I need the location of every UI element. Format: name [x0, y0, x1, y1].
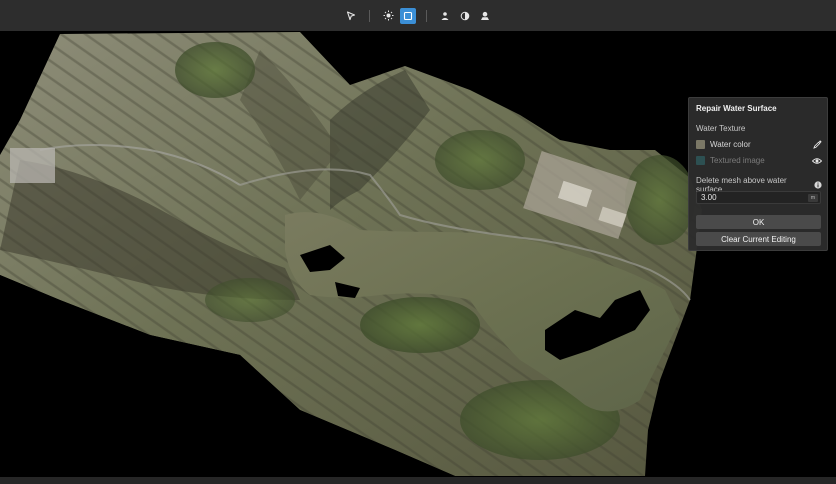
textured-image-label: Textured image	[710, 156, 765, 165]
app-window: Repair Water Surface Water Texture Water…	[0, 0, 836, 484]
water-height-input[interactable]: 3.00 m	[696, 191, 821, 204]
cursor-arrow-icon[interactable]	[343, 8, 359, 24]
eye-icon[interactable]	[812, 156, 822, 166]
textured-image-swatch[interactable]	[696, 156, 705, 165]
person-mesh-icon[interactable]	[437, 8, 453, 24]
ok-button[interactable]: OK	[696, 215, 821, 229]
water-texture-section-label: Water Texture	[696, 124, 746, 133]
textured-image-option[interactable]: Textured image	[696, 155, 822, 166]
panel-title: Repair Water Surface	[696, 104, 777, 113]
sun-light-icon[interactable]	[380, 8, 396, 24]
water-color-label: Water color	[710, 140, 751, 149]
repair-water-surface-panel: Repair Water Surface Water Texture Water…	[688, 97, 828, 251]
bottom-status-bar	[0, 477, 836, 484]
unit-badge: m	[808, 194, 818, 202]
top-toolbar	[0, 0, 836, 32]
water-stamp-icon[interactable]	[477, 8, 493, 24]
info-icon[interactable]	[814, 181, 822, 189]
half-circle-shading-icon[interactable]	[457, 8, 473, 24]
toolbar-group	[343, 7, 493, 24]
water-color-swatch[interactable]	[696, 140, 705, 149]
water-color-option[interactable]: Water color	[696, 139, 822, 150]
square-display-icon[interactable]	[400, 7, 416, 24]
toolbar-separator	[426, 9, 427, 22]
clear-current-editing-button[interactable]: Clear Current Editing	[696, 232, 821, 246]
water-height-value: 3.00	[701, 193, 717, 202]
toolbar-separator	[369, 9, 370, 22]
eyedropper-icon[interactable]	[812, 140, 822, 150]
